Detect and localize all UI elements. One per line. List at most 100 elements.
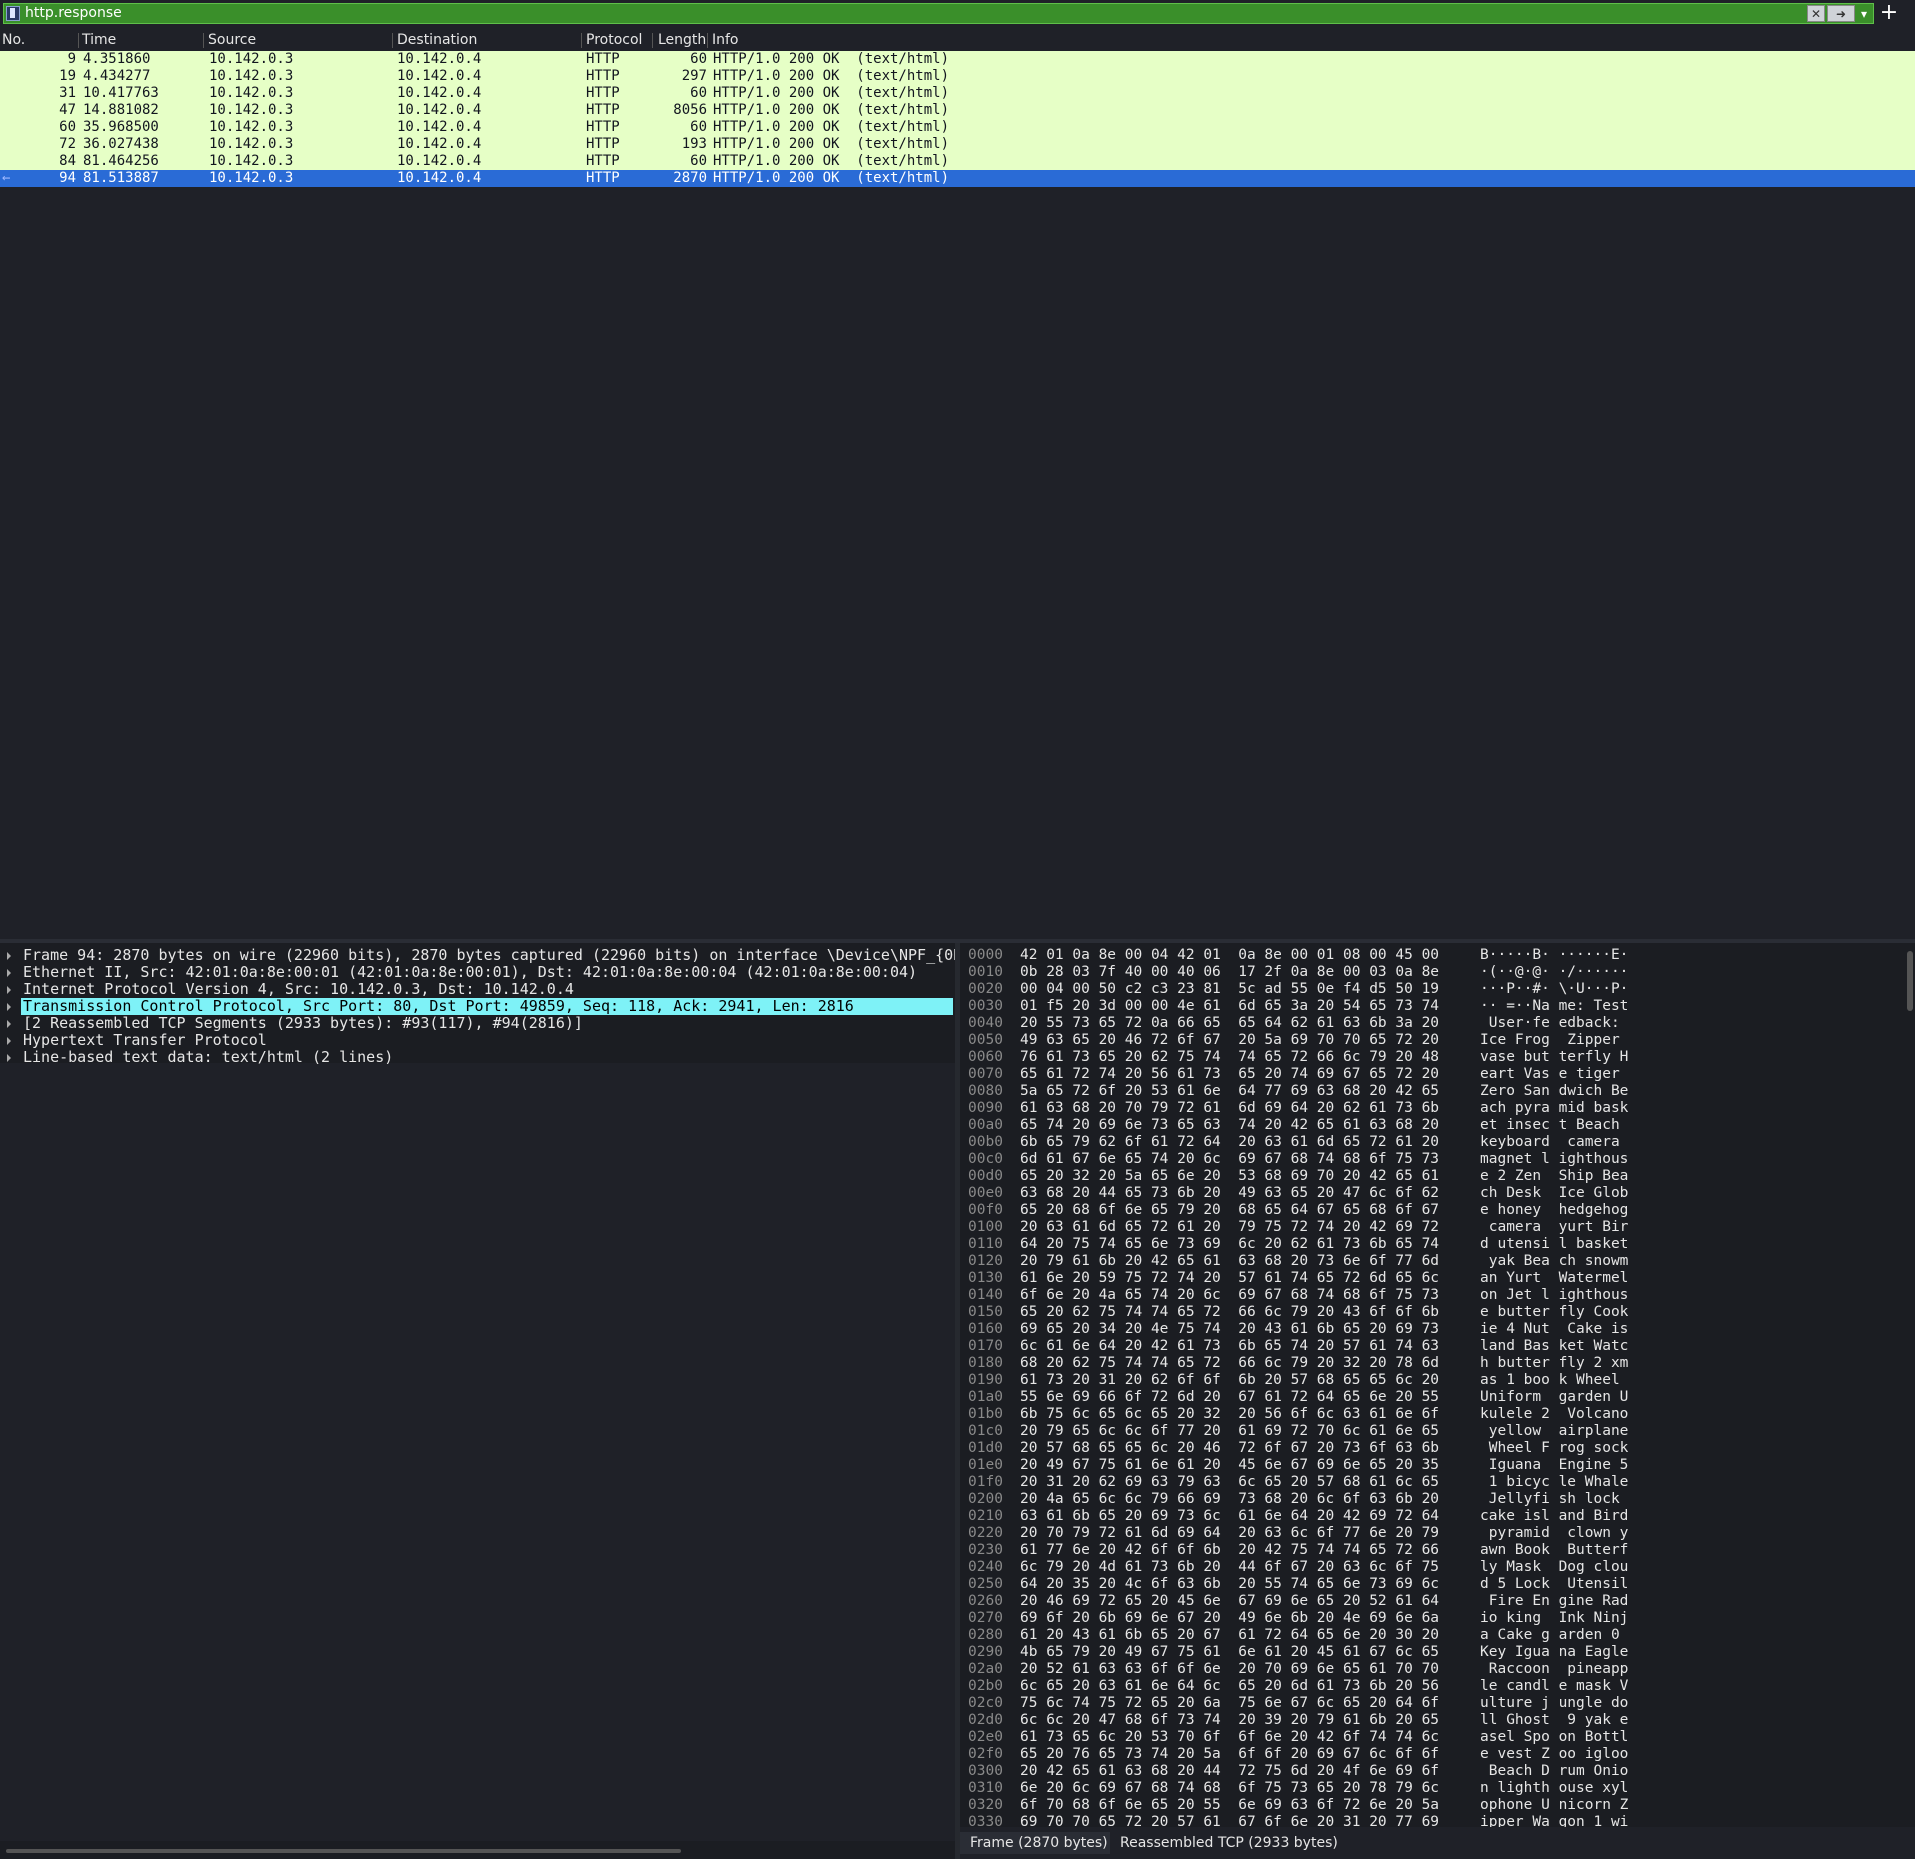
ascii-bytes: 1 bicyc le Whale — [1480, 1474, 1629, 1490]
hex-bytes: 5a 65 72 6f 20 53 61 6e 64 77 69 63 68 2… — [1020, 1083, 1440, 1099]
tab-reassembled-tcp[interactable]: Reassembled TCP (2933 bytes) — [1110, 1832, 1348, 1854]
cell-destination: 10.142.0.4 — [397, 68, 482, 84]
column-separator[interactable] — [581, 33, 582, 48]
cell-length: 60 — [690, 51, 707, 67]
display-filter-input[interactable] — [25, 4, 1805, 23]
column-header-no[interactable]: No. — [2, 32, 25, 49]
ascii-bytes: e 2 Zen Ship Bea — [1480, 1168, 1629, 1184]
tree-item-label: Transmission Control Protocol, Src Port:… — [23, 997, 854, 1015]
ascii-bytes: h butter fly 2 xm — [1480, 1355, 1629, 1371]
bytes-tab-bar: Frame (2870 bytes) Reassembled TCP (2933… — [960, 1827, 1915, 1859]
hex-bytes: 55 6e 69 66 6f 72 6d 20 67 61 72 64 65 6… — [1020, 1389, 1440, 1405]
byte-offset: 0250 — [968, 1576, 1003, 1592]
byte-offset: 0170 — [968, 1338, 1003, 1354]
tree-item-reassembled[interactable]: [2 Reassembled TCP Segments (2933 bytes)… — [0, 1015, 953, 1032]
cell-time: 35.968500 — [83, 119, 159, 135]
chevron-down-icon[interactable]: ▾ — [1857, 5, 1871, 22]
expand-arrow-icon[interactable] — [7, 1037, 11, 1045]
scrollbar-thumb[interactable] — [6, 1849, 681, 1853]
hex-bytes: 01 f5 20 3d 00 00 4e 61 6d 65 3a 20 54 6… — [1020, 998, 1440, 1014]
cell-length: 193 — [681, 136, 707, 152]
apply-filter-arrow-icon[interactable]: ➜ — [1827, 5, 1855, 22]
byte-offset: 0060 — [968, 1049, 1003, 1065]
column-header-length[interactable]: Length — [658, 32, 706, 49]
column-separator[interactable] — [392, 33, 393, 48]
ascii-bytes: Ice Frog Zipper — [1480, 1032, 1629, 1048]
packet-row[interactable]: 84 81.464256 10.142.0.3 10.142.0.4 HTTP … — [0, 153, 1915, 170]
column-header-time[interactable]: Time — [82, 32, 116, 49]
byte-offset: 0080 — [968, 1083, 1003, 1099]
cell-protocol: HTTP — [586, 102, 620, 118]
ascii-bytes: ly Mask Dog clou — [1480, 1559, 1629, 1575]
cell-info: HTTP/1.0 200 OK (text/html) — [713, 170, 950, 186]
hex-bytes: 61 77 6e 20 42 6f 6f 6b 20 42 75 74 74 6… — [1020, 1542, 1440, 1558]
ascii-bytes: d 5 Lock Utensil — [1480, 1576, 1629, 1592]
tree-item-text-data[interactable]: Line-based text data: text/html (2 lines… — [0, 1049, 953, 1066]
packet-details-pane: Frame 94: 2870 bytes on wire (22960 bits… — [0, 943, 955, 1859]
ascii-bytes: asel Spo on Bottl — [1480, 1729, 1629, 1745]
expand-arrow-icon[interactable] — [7, 1020, 11, 1028]
packet-bytes-pane: 0000 42 01 0a 8e 00 04 42 01 0a 8e 00 01 … — [960, 943, 1915, 1827]
tree-item-ip[interactable]: Internet Protocol Version 4, Src: 10.142… — [0, 981, 953, 998]
expand-arrow-icon[interactable] — [7, 986, 11, 994]
horizontal-scrollbar[interactable] — [0, 1841, 955, 1859]
cell-length: 60 — [690, 119, 707, 135]
cell-source: 10.142.0.3 — [209, 102, 294, 118]
ascii-bytes: an Yurt Watermel — [1480, 1270, 1629, 1286]
ascii-bytes: pyramid clown y — [1480, 1525, 1629, 1541]
packet-row[interactable]: 47 14.881082 10.142.0.3 10.142.0.4 HTTP … — [0, 102, 1915, 119]
cell-time: 14.881082 — [83, 102, 159, 118]
packet-row[interactable]: 60 35.968500 10.142.0.3 10.142.0.4 HTTP … — [0, 119, 1915, 136]
column-header-destination[interactable]: Destination — [397, 32, 477, 49]
packet-row[interactable]: 9 4.351860 10.142.0.3 10.142.0.4 HTTP 60… — [0, 51, 1915, 68]
expand-arrow-icon[interactable] — [7, 1054, 11, 1062]
column-separator[interactable] — [203, 33, 204, 48]
byte-offset: 0320 — [968, 1797, 1003, 1813]
hex-bytes: 61 20 43 61 6b 65 20 67 61 72 64 65 6e 2… — [1020, 1627, 1440, 1643]
column-separator[interactable] — [707, 33, 708, 48]
byte-offset: 01e0 — [968, 1457, 1003, 1473]
packet-row[interactable]: 72 36.027438 10.142.0.3 10.142.0.4 HTTP … — [0, 136, 1915, 153]
tree-item-frame[interactable]: Frame 94: 2870 bytes on wire (22960 bits… — [0, 947, 955, 964]
cell-no: 31 — [59, 85, 76, 101]
cell-time: 10.417763 — [83, 85, 159, 101]
ascii-bytes: Iguana Engine 5 — [1480, 1457, 1629, 1473]
bookmark-icon[interactable] — [6, 6, 20, 21]
clear-filter-icon[interactable]: ✕ — [1807, 5, 1825, 22]
column-separator[interactable] — [652, 33, 653, 48]
cell-destination: 10.142.0.4 — [397, 51, 482, 67]
hex-bytes: 69 6f 20 6b 69 6e 67 20 49 6e 6b 20 4e 6… — [1020, 1610, 1440, 1626]
column-header-source[interactable]: Source — [208, 32, 256, 49]
byte-offset: 02a0 — [968, 1661, 1003, 1677]
packet-row-selected[interactable]: ← 94 81.513887 10.142.0.3 10.142.0.4 HTT… — [0, 170, 1915, 187]
expand-arrow-icon[interactable] — [7, 952, 11, 960]
tree-item-ethernet[interactable]: Ethernet II, Src: 42:01:0a:8e:00:01 (42:… — [0, 964, 953, 981]
expand-arrow-icon[interactable] — [7, 969, 11, 977]
byte-offset: 00e0 — [968, 1185, 1003, 1201]
ascii-bytes: ···P··#· \·U···P· — [1480, 981, 1629, 997]
column-separator[interactable] — [78, 33, 79, 48]
packet-row[interactable]: 31 10.417763 10.142.0.3 10.142.0.4 HTTP … — [0, 85, 1915, 102]
tree-item-tcp-selected[interactable]: Transmission Control Protocol, Src Port:… — [21, 998, 953, 1015]
tab-frame-bytes[interactable]: Frame (2870 bytes) — [960, 1832, 1118, 1854]
hex-bytes: 61 73 65 6c 20 53 70 6f 6f 6e 20 42 6f 7… — [1020, 1729, 1440, 1745]
byte-offset: 00f0 — [968, 1202, 1003, 1218]
packet-row[interactable]: 19 4.434277 10.142.0.3 10.142.0.4 HTTP 2… — [0, 68, 1915, 85]
tree-item-http[interactable]: Hypertext Transfer Protocol — [0, 1032, 953, 1049]
hex-bytes: 65 20 32 20 5a 65 6e 20 53 68 69 70 20 4… — [1020, 1168, 1440, 1184]
byte-offset: 0110 — [968, 1236, 1003, 1252]
byte-offset: 0310 — [968, 1780, 1003, 1796]
cell-source: 10.142.0.3 — [209, 68, 294, 84]
hex-bytes: 61 73 20 31 20 62 6f 6f 6b 20 57 68 65 6… — [1020, 1372, 1440, 1388]
cell-time: 4.351860 — [83, 51, 151, 67]
column-header-protocol[interactable]: Protocol — [586, 32, 642, 49]
column-header-info[interactable]: Info — [712, 32, 739, 49]
byte-offset: 0270 — [968, 1610, 1003, 1626]
ascii-bytes: a Cake g arden 0 — [1480, 1627, 1629, 1643]
expand-arrow-icon[interactable] — [7, 1003, 11, 1011]
vertical-scrollbar[interactable] — [1907, 951, 1913, 1011]
byte-offset: 01f0 — [968, 1474, 1003, 1490]
add-filter-button[interactable]: + — [1877, 1, 1901, 25]
byte-offset: 0020 — [968, 981, 1003, 997]
ascii-bytes: Beach D rum Onio — [1480, 1763, 1629, 1779]
